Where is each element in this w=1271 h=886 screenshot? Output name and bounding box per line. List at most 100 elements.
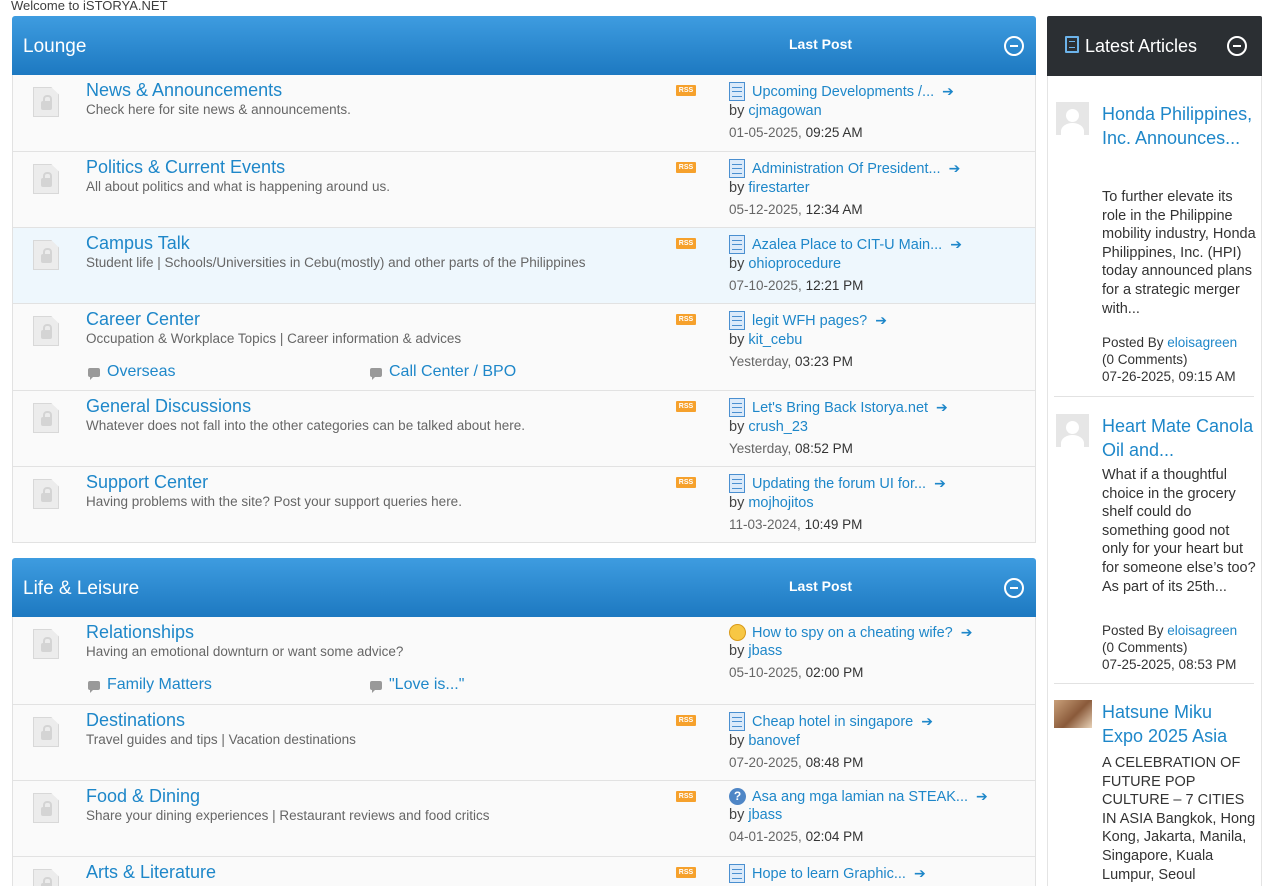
rss-icon[interactable]: RSS xyxy=(676,314,696,325)
article-title[interactable]: Honda Philippines, Inc. Announces... xyxy=(1102,102,1257,150)
last-post-user[interactable]: banovef xyxy=(748,733,800,749)
collapse-icon[interactable] xyxy=(1004,36,1024,56)
divider xyxy=(1054,683,1254,684)
forum-title-link[interactable]: News & Announcements xyxy=(86,80,282,101)
last-post: Upcoming Developments /... ➔ by cjmagowan… xyxy=(729,82,954,140)
divider xyxy=(1054,396,1254,397)
last-post-date: Yesterday, xyxy=(729,441,796,456)
rss-icon[interactable]: RSS xyxy=(676,867,696,878)
arrow-right-icon[interactable]: ➔ xyxy=(950,236,962,253)
article-title[interactable]: Hatsune Miku Expo 2025 Asia xyxy=(1102,700,1257,748)
forum-title-link[interactable]: Food & Dining xyxy=(86,786,200,807)
article-date: 07-26-2025, 09:15 AM xyxy=(1102,369,1236,384)
last-post-title[interactable]: Updating the forum UI for... xyxy=(752,476,926,492)
subforum-link[interactable]: Call Center / BPO xyxy=(370,363,516,381)
last-post-user[interactable]: firestarter xyxy=(748,180,809,196)
forum-title-link[interactable]: Support Center xyxy=(86,472,208,493)
collapse-icon[interactable] xyxy=(1227,36,1247,56)
article-excerpt: A CELEBRATION OF FUTURE POP CULTURE – 7 … xyxy=(1102,755,1256,883)
page-icon xyxy=(729,82,745,101)
forum-title-link[interactable]: Politics & Current Events xyxy=(86,157,285,178)
forum-description: Travel guides and tips | Vacation destin… xyxy=(86,732,356,747)
last-post-date: 05-10-2025, xyxy=(729,665,806,680)
last-post-user[interactable]: crush_23 xyxy=(748,419,808,435)
arrow-right-icon[interactable]: ➔ xyxy=(921,713,933,730)
forum-description: Whatever does not fall into the other ca… xyxy=(86,418,526,433)
last-post-user[interactable]: kit_cebu xyxy=(748,332,802,348)
avatar[interactable] xyxy=(1054,700,1092,728)
collapse-icon[interactable] xyxy=(1004,578,1024,598)
article-excerpt: What if a thoughtful choice in the groce… xyxy=(1102,467,1256,595)
subforum-link[interactable]: Overseas xyxy=(88,363,175,381)
forum-description: Check here for site news & announcements… xyxy=(86,102,351,117)
last-post-title[interactable]: Cheap hotel in singapore xyxy=(752,714,913,730)
subforum-link[interactable]: "Love is..." xyxy=(370,676,464,694)
latest-articles-sidebar: Latest Articles Honda Philippines, Inc. … xyxy=(1047,16,1262,886)
forum-title-link[interactable]: Arts & Literature xyxy=(86,862,216,883)
last-post-user[interactable]: ohioprocedure xyxy=(748,256,841,272)
forum-title-link[interactable]: Destinations xyxy=(86,710,185,731)
last-post-title[interactable]: How to spy on a cheating wife? xyxy=(752,625,953,641)
avatar[interactable] xyxy=(1056,102,1089,135)
rss-icon[interactable]: RSS xyxy=(676,715,696,726)
smile-icon xyxy=(729,624,746,641)
article-title[interactable]: Heart Mate Canola Oil and... xyxy=(1102,414,1257,462)
forum-lock-icon xyxy=(33,793,61,825)
forum-list-lounge: News & Announcements Check here for site… xyxy=(12,75,1036,543)
last-post-user[interactable]: jbass xyxy=(748,643,782,659)
article-item: Honda Philippines, Inc. Announces... To … xyxy=(1054,102,1257,392)
forum-row: Politics & Current Events All about poli… xyxy=(13,151,1035,227)
subforum-link[interactable]: Family Matters xyxy=(88,676,212,694)
last-post-user[interactable]: cjmagowan xyxy=(748,103,821,119)
forum-row: Relationships Having an emotional downtu… xyxy=(13,617,1035,704)
category-title[interactable]: Lounge xyxy=(23,36,86,58)
posted-by-label: Posted By xyxy=(1102,335,1168,350)
category-title[interactable]: Life & Leisure xyxy=(23,578,139,600)
by-label: by xyxy=(729,256,749,272)
last-post-user[interactable]: mojhojitos xyxy=(748,495,813,511)
last-post: Azalea Place to CIT-U Main... ➔ by ohiopr… xyxy=(729,235,962,293)
article-comments[interactable]: (0 Comments) xyxy=(1102,639,1262,656)
last-post-title[interactable]: Let's Bring Back Istorya.net xyxy=(752,400,928,416)
arrow-right-icon[interactable]: ➔ xyxy=(875,312,887,329)
rss-icon[interactable]: RSS xyxy=(676,401,696,412)
last-post-title[interactable]: Administration Of President... xyxy=(752,161,941,177)
forum-title-link[interactable]: General Discussions xyxy=(86,396,251,417)
last-post-user[interactable]: jbass xyxy=(748,807,782,823)
forum-title-link[interactable]: Relationships xyxy=(86,622,194,643)
forum-title-link[interactable]: Career Center xyxy=(86,309,200,330)
forum-description: Student life | Schools/Universities in C… xyxy=(86,255,586,270)
arrow-right-icon[interactable]: ➔ xyxy=(942,83,954,100)
last-post-title[interactable]: Asa ang mga lamian na STEAK... xyxy=(752,789,968,805)
article-comments[interactable]: (0 Comments) xyxy=(1102,351,1262,368)
arrow-right-icon[interactable]: ➔ xyxy=(934,475,946,492)
subforum-label: Overseas xyxy=(107,363,176,380)
last-post-title[interactable]: Hope to learn Graphic... xyxy=(752,866,906,882)
article-meta: Posted By eloisagreen (0 Comments) 07-26… xyxy=(1102,334,1262,385)
article-author[interactable]: eloisagreen xyxy=(1167,623,1237,638)
avatar[interactable] xyxy=(1056,414,1089,447)
last-post-title[interactable]: Upcoming Developments /... xyxy=(752,84,934,100)
last-post: Cheap hotel in singapore ➔ by banovef 07-… xyxy=(729,712,933,770)
subforum-icon xyxy=(88,680,100,693)
last-post-date: 01-05-2025, xyxy=(729,125,806,140)
arrow-right-icon[interactable]: ➔ xyxy=(961,624,973,641)
rss-icon[interactable]: RSS xyxy=(676,791,696,802)
last-post-title[interactable]: Azalea Place to CIT-U Main... xyxy=(752,237,942,253)
article-author[interactable]: eloisagreen xyxy=(1167,335,1237,350)
rss-icon[interactable]: RSS xyxy=(676,85,696,96)
rss-icon[interactable]: RSS xyxy=(676,477,696,488)
rss-icon[interactable]: RSS xyxy=(676,162,696,173)
arrow-right-icon[interactable]: ➔ xyxy=(976,788,988,805)
arrow-right-icon[interactable]: ➔ xyxy=(936,399,948,416)
last-post-title[interactable]: legit WFH pages? xyxy=(752,313,867,329)
arrow-right-icon[interactable]: ➔ xyxy=(949,160,961,177)
document-icon xyxy=(1065,36,1079,53)
page-icon xyxy=(729,474,745,493)
last-post-time: 08:52 PM xyxy=(795,441,853,456)
forum-description: Share your dining experiences | Restaura… xyxy=(86,808,490,823)
arrow-right-icon[interactable]: ➔ xyxy=(914,865,926,882)
forum-title-link[interactable]: Campus Talk xyxy=(86,233,190,254)
rss-icon[interactable]: RSS xyxy=(676,238,696,249)
subforum-icon xyxy=(370,367,382,380)
